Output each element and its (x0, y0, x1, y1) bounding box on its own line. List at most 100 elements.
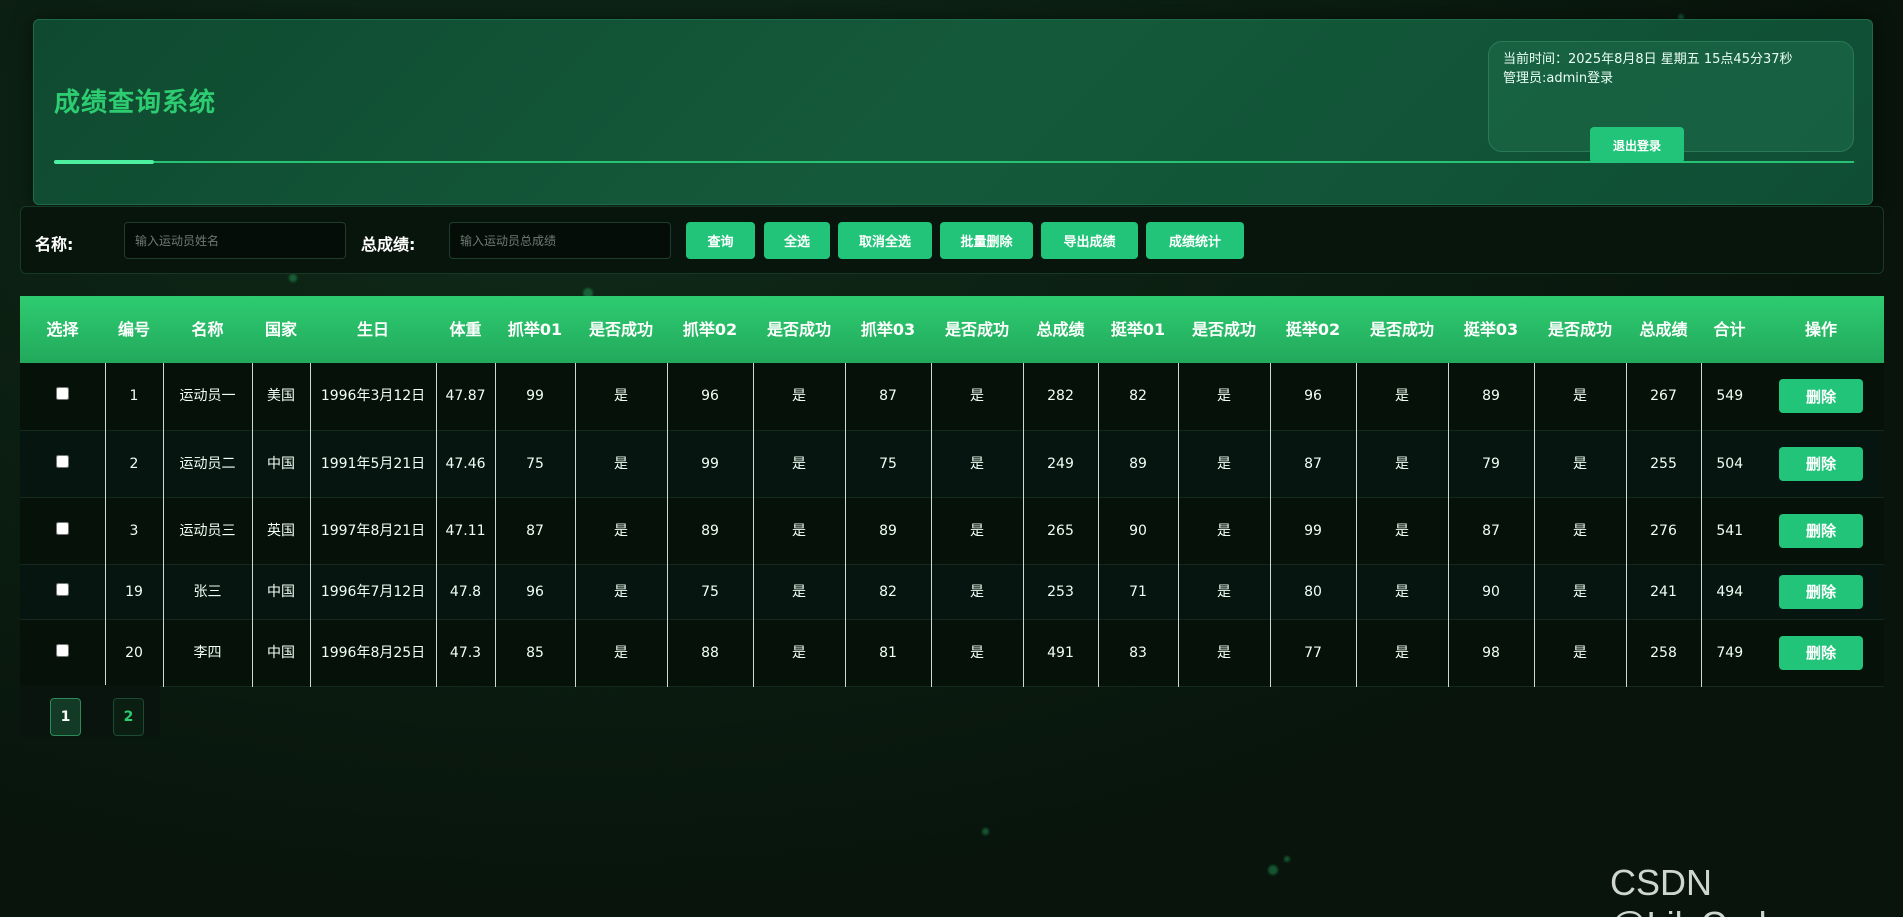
table-cell: 英国 (251, 497, 310, 564)
table-cell: 是 (1533, 619, 1626, 686)
table-cell: 是 (930, 363, 1023, 430)
table-cell: 是 (752, 497, 845, 564)
col-header-name: 名称 (191, 319, 224, 339)
row-select-checkbox[interactable] (55, 582, 69, 596)
table-cell: 是 (1355, 619, 1448, 686)
table-cell: 75 (494, 430, 575, 497)
table-cell: 是 (1533, 497, 1626, 564)
table-cell: 2 (104, 430, 163, 497)
score-stats-button[interactable]: 成绩统计 (1146, 222, 1244, 259)
col-header-cj-02-success: 是否成功 (1369, 319, 1434, 339)
page-button-2[interactable]: 2 (113, 698, 144, 736)
row-select-checkbox[interactable] (55, 521, 69, 535)
table-cell: 1 (104, 363, 163, 430)
table-cell: 1996年8月25日 (309, 619, 436, 686)
query-button[interactable]: 查询 (686, 222, 755, 259)
table-cell: 87 (494, 497, 575, 564)
table-cell: 是 (1355, 497, 1448, 564)
table-cell: 90 (1097, 497, 1178, 564)
table-cell: 是 (1355, 363, 1448, 430)
col-header-snatch-01: 抓举01 (507, 319, 563, 339)
table-cell: 87 (1447, 497, 1534, 564)
batch-delete-button[interactable]: 批量删除 (940, 222, 1033, 259)
delete-button[interactable]: 删除 (1779, 513, 1863, 548)
table-cell: 89 (666, 497, 753, 564)
col-header-snatch-total: 总成绩 (1036, 319, 1085, 339)
table-cell: 79 (1447, 430, 1534, 497)
table-header-row: 选择 编号 名称 国家 生日 体重 抓举01 是否成功 抓举02 是否成功 抓举… (20, 296, 1884, 363)
table-cell: 504 (1700, 430, 1758, 497)
table-cell: 是 (930, 430, 1023, 497)
current-time-text: 当前时间：2025年8月8日 星期五 15点45分37秒 (1503, 52, 1793, 67)
col-header-select: 选择 (46, 319, 79, 339)
page-title: 成绩查询系统 (54, 88, 217, 118)
table-row: 20 李四 中国 1996年8月25日 47.3 85 是 88 是 81 是 491 83 是 77 是 98… (20, 619, 1884, 686)
table-cell: 75 (666, 564, 753, 619)
table-row: 3 运动员三 英国 1997年8月21日 47.11 87 是 89 是 89 是 265 90 是 99 是… (20, 497, 1884, 564)
watermark: CSDN @LilyCoder (1610, 862, 1799, 917)
table-cell: 90 (1447, 564, 1534, 619)
export-scores-button[interactable]: 导出成绩 (1041, 222, 1138, 259)
logout-button[interactable]: 退出登录 (1590, 127, 1684, 163)
table-cell: 80 (1269, 564, 1356, 619)
table-cell: 是 (574, 430, 667, 497)
table-cell: 249 (1022, 430, 1098, 497)
row-actions-cell: 删除 (1758, 564, 1884, 619)
name-search-input[interactable] (124, 222, 346, 259)
table-cell: 47.3 (435, 619, 495, 686)
table-cell: 83 (1097, 619, 1178, 686)
total-score-label: 总成绩: (361, 235, 416, 254)
table-body: 1 运动员一 美国 1996年3月12日 47.87 99 是 96 是 87 是 282 82 是 96 是… (20, 363, 1884, 686)
table-cell: 中国 (251, 430, 310, 497)
table-cell: 81 (844, 619, 931, 686)
col-header-country: 国家 (264, 319, 297, 339)
total-score-input[interactable] (449, 222, 671, 259)
header-divider (54, 161, 1854, 163)
col-header-cj-01: 挺举01 (1110, 319, 1166, 339)
table-cell: 541 (1700, 497, 1758, 564)
table-cell: 3 (104, 497, 163, 564)
table-cell: 267 (1625, 363, 1701, 430)
row-select-checkbox[interactable] (55, 643, 69, 657)
table-cell: 是 (574, 363, 667, 430)
col-header-cj-02: 挺举02 (1285, 319, 1341, 339)
table-cell: 88 (666, 619, 753, 686)
table-cell: 549 (1700, 363, 1758, 430)
row-select-checkbox[interactable] (55, 387, 69, 401)
delete-button[interactable]: 删除 (1779, 446, 1863, 481)
table-cell: 是 (1533, 564, 1626, 619)
table-cell: 是 (574, 564, 667, 619)
admin-text: 管理员:admin登录 (1503, 71, 1614, 86)
col-header-cj-03: 挺举03 (1463, 319, 1519, 339)
row-select-cell (20, 564, 105, 619)
table-cell: 47.8 (435, 564, 495, 619)
table-cell: 是 (930, 564, 1023, 619)
table-cell: 241 (1625, 564, 1701, 619)
table-cell: 82 (1097, 363, 1178, 430)
page-button-1[interactable]: 1 (50, 698, 81, 736)
select-all-button[interactable]: 全选 (764, 222, 830, 259)
delete-button[interactable]: 删除 (1779, 574, 1863, 609)
pagination: 1 2 (20, 685, 160, 737)
delete-button[interactable]: 删除 (1779, 379, 1863, 414)
col-header-snatch-02-success: 是否成功 (766, 319, 831, 339)
table-cell: 美国 (251, 363, 310, 430)
delete-button[interactable]: 删除 (1779, 635, 1863, 670)
table-cell: 是 (1533, 430, 1626, 497)
table-cell: 张三 (162, 564, 252, 619)
col-header-actions: 操作 (1804, 319, 1837, 339)
deselect-all-button[interactable]: 取消全选 (838, 222, 932, 259)
table-cell: 是 (752, 564, 845, 619)
col-header-snatch-03-success: 是否成功 (944, 319, 1009, 339)
col-header-id: 编号 (117, 319, 150, 339)
table-cell: 李四 (162, 619, 252, 686)
table-cell: 77 (1269, 619, 1356, 686)
table-cell: 87 (844, 363, 931, 430)
table-cell: 是 (1177, 363, 1270, 430)
table-cell: 是 (1355, 564, 1448, 619)
table-cell: 255 (1625, 430, 1701, 497)
row-select-cell (20, 430, 105, 497)
row-select-checkbox[interactable] (55, 454, 69, 468)
table-cell: 运动员三 (162, 497, 252, 564)
table-cell: 491 (1022, 619, 1098, 686)
